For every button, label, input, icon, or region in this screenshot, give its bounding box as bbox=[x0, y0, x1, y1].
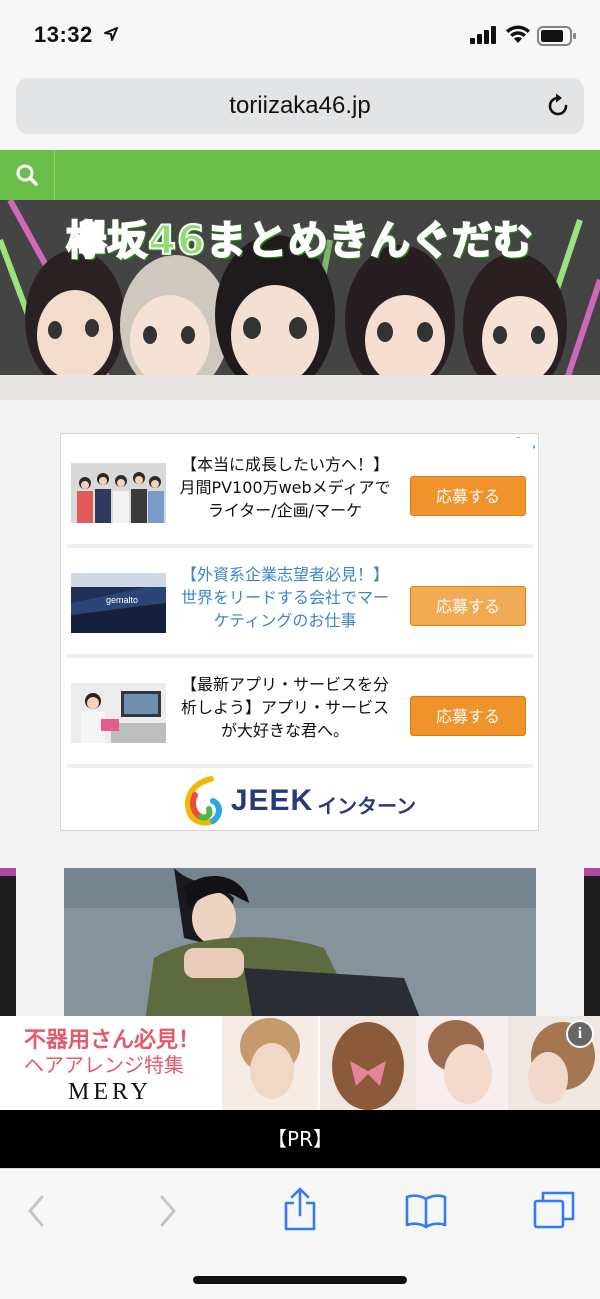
mery-logo: MERY bbox=[68, 1079, 153, 1105]
apply-button[interactable]: 応募する bbox=[410, 476, 526, 516]
jeek-logo-icon bbox=[184, 776, 222, 826]
jeek-brand[interactable]: JEEK インターン bbox=[61, 772, 538, 830]
battery-icon bbox=[537, 26, 576, 46]
jeek-suffix: インターン bbox=[317, 793, 417, 818]
reload-icon[interactable] bbox=[544, 92, 572, 120]
back-icon[interactable] bbox=[24, 1193, 48, 1229]
location-arrow-icon bbox=[104, 27, 118, 41]
ad-row[interactable]: 【最新アプリ・サービスを分析しよう】アプリ・サービスが大好きな君へ。 応募する bbox=[67, 658, 533, 764]
mery-ad-subhead: ヘアアレンジ特集 bbox=[24, 1053, 184, 1077]
status-time: 13:32 bbox=[34, 22, 93, 47]
wifi-icon bbox=[506, 25, 530, 43]
site-banner[interactable]: 欅坂46まとめきんぐだむ bbox=[0, 200, 600, 400]
forward-icon[interactable] bbox=[156, 1193, 180, 1229]
mery-ad-banner[interactable]: 不器用さん必見！ ヘアアレンジ特集 MERY i bbox=[0, 1016, 600, 1110]
signal-icon bbox=[470, 26, 496, 44]
ad-photo bbox=[222, 1016, 318, 1110]
ad-text[interactable]: 【本当に成長したい方へ！】月間PV100万webメディアでライター/企画/マーケ bbox=[179, 453, 391, 522]
divider bbox=[67, 764, 533, 768]
ad-text[interactable]: 【外資系企業志望者必見！】世界をリードする会社でマーケティングのお仕事 bbox=[179, 563, 391, 632]
address-bar[interactable]: toriizaka46.jp bbox=[16, 78, 584, 134]
pr-label-bar[interactable]: 【PR】 bbox=[0, 1110, 600, 1168]
gemalto-logo: gemalto bbox=[106, 595, 138, 605]
ad-photo bbox=[416, 1016, 512, 1110]
search-button[interactable] bbox=[0, 150, 55, 200]
site-header-bar bbox=[0, 150, 600, 200]
ad-row[interactable]: gemalto 【外資系企業志望者必見！】世界をリードする会社でマーケティングの… bbox=[67, 548, 533, 654]
browser-chrome: toriizaka46.jp bbox=[0, 70, 600, 150]
ad-info-icon[interactable]: i bbox=[566, 1020, 594, 1048]
status-bar: 13:32 bbox=[0, 0, 600, 70]
apply-button[interactable]: 応募する bbox=[410, 586, 526, 626]
tabs-icon[interactable] bbox=[532, 1189, 576, 1229]
banner-title: 欅坂46まとめきんぐだむ bbox=[65, 217, 534, 265]
carousel-next-card[interactable] bbox=[584, 868, 600, 1028]
search-icon bbox=[16, 164, 38, 186]
url-text[interactable]: toriizaka46.jp bbox=[16, 92, 584, 120]
article-image[interactable] bbox=[64, 868, 536, 1028]
carousel-prev-card[interactable] bbox=[0, 868, 16, 1028]
bookmarks-icon[interactable] bbox=[404, 1193, 448, 1229]
ad-row[interactable]: 【本当に成長したい方へ！】月間PV100万webメディアでライター/企画/マーケ… bbox=[67, 438, 533, 544]
share-icon[interactable] bbox=[282, 1187, 318, 1231]
ad-photo bbox=[320, 1016, 416, 1110]
home-indicator[interactable] bbox=[193, 1276, 407, 1284]
ad-text[interactable]: 【最新アプリ・サービスを分析しよう】アプリ・サービスが大好きな君へ。 bbox=[179, 673, 391, 742]
ad-thumbnail: gemalto bbox=[71, 573, 166, 633]
apply-button[interactable]: 応募する bbox=[410, 696, 526, 736]
ad-thumbnail bbox=[71, 463, 166, 523]
job-ad-widget: 【本当に成長したい方へ！】月間PV100万webメディアでライター/企画/マーケ… bbox=[60, 433, 539, 831]
jeek-wordmark: JEEK bbox=[230, 784, 314, 817]
ad-thumbnail bbox=[71, 683, 166, 743]
